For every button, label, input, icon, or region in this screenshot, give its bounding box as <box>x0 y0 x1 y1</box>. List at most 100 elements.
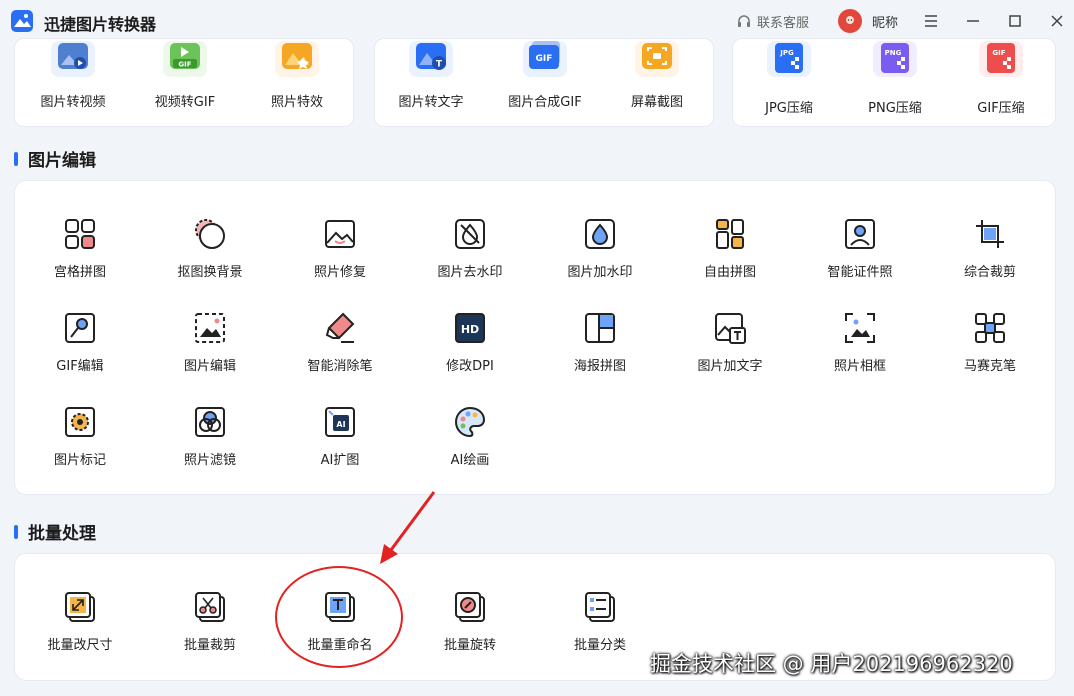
tool-label: 图片转视频 <box>40 95 106 110</box>
tool-batch-crop[interactable]: 批量裁剪 <box>145 590 275 653</box>
image-edit-panel: 宫格拼图 抠图换背景 照片修复 图片去水印 图片加水印 自由拼图 智能证件照 综… <box>14 180 1056 495</box>
top-tools-card-3: JPG JPG压缩 PNG PNG压缩 GIF GIF压缩 <box>732 38 1056 127</box>
tool-add-watermark[interactable]: 图片加水印 <box>535 217 665 280</box>
screenshot-icon <box>635 41 679 77</box>
tool-mosaic-pen[interactable]: 马赛克笔 <box>925 311 1055 374</box>
batch-resize-icon <box>65 592 95 622</box>
tool-gif-compress[interactable]: GIF GIF压缩 <box>951 39 1051 116</box>
tool-free-collage[interactable]: 自由拼图 <box>665 217 795 280</box>
tool-image-mark[interactable]: 图片标记 <box>15 405 145 468</box>
avatar[interactable] <box>838 9 862 33</box>
tool-label: 海报拼图 <box>573 359 626 374</box>
ai-expand-icon: AI <box>325 407 355 437</box>
tool-photo-restore[interactable]: 照片修复 <box>275 217 405 280</box>
nickname[interactable]: 昵称 <box>872 12 898 31</box>
hamburger-icon <box>925 15 937 27</box>
dpi-icon: HD <box>455 313 485 343</box>
tool-label: 视频转GIF <box>154 95 216 110</box>
close-icon <box>1051 15 1063 27</box>
id-photo-icon <box>845 219 875 249</box>
maximize-icon <box>1009 15 1021 27</box>
tool-label: 图片编辑 <box>183 359 236 374</box>
png-compress-icon: PNG <box>873 41 917 77</box>
tool-image-to-gif[interactable]: GIF 图片合成GIF <box>495 39 595 110</box>
image-to-gif-icon: GIF <box>523 41 567 77</box>
tool-photo-frame[interactable]: 照片相框 <box>795 311 925 374</box>
tool-jpg-compress[interactable]: JPG JPG压缩 <box>739 39 839 116</box>
tool-label: 图片转文字 <box>398 95 464 110</box>
tool-label: 图片标记 <box>53 453 106 468</box>
maximize-button[interactable] <box>1003 9 1027 33</box>
tool-crop[interactable]: 综合裁剪 <box>925 217 1055 280</box>
support-label: 联系客服 <box>757 16 810 31</box>
tool-smart-id-photo[interactable]: 智能证件照 <box>795 217 925 280</box>
tool-ai-painting[interactable]: AI绘画 <box>405 405 535 468</box>
free-collage-icon <box>716 219 744 249</box>
batch-classify-icon <box>585 592 615 622</box>
add-watermark-icon <box>585 219 615 249</box>
tool-label: 综合裁剪 <box>963 265 1016 280</box>
contact-support-button[interactable]: 联系客服 <box>736 12 809 31</box>
photo-filter-icon <box>195 407 225 437</box>
tool-photo-filter[interactable]: 照片滤镜 <box>145 405 275 468</box>
tool-photo-effects[interactable]: 照片特效 <box>247 39 347 110</box>
tool-screenshot[interactable]: 屏幕截图 <box>607 39 707 110</box>
tool-label: 照片滤镜 <box>183 453 236 468</box>
image-to-video-icon <box>51 41 95 77</box>
tool-label: 智能消除笔 <box>307 359 373 374</box>
tool-label: 修改DPI <box>446 359 494 374</box>
tool-add-text[interactable]: 图片加文字 <box>665 311 795 374</box>
tool-image-edit[interactable]: 图片编辑 <box>145 311 275 374</box>
tool-batch-classify[interactable]: 批量分类 <box>535 590 665 653</box>
tool-grid-collage[interactable]: 宫格拼图 <box>15 217 145 280</box>
image-to-text-icon: T <box>409 41 453 77</box>
tool-label: 智能证件照 <box>827 265 893 280</box>
minimize-button[interactable] <box>961 9 985 33</box>
tool-label: 马赛克笔 <box>963 359 1016 374</box>
tool-remove-watermark[interactable]: 图片去水印 <box>405 217 535 280</box>
section-accent-bar <box>14 524 18 539</box>
tool-image-to-text[interactable]: T 图片转文字 <box>381 39 481 110</box>
batch-rotate-icon <box>455 592 485 622</box>
tool-smart-eraser[interactable]: 智能消除笔 <box>275 311 405 374</box>
poster-collage-icon <box>585 313 615 343</box>
tool-label: GIF压缩 <box>977 101 1025 116</box>
tool-poster-collage[interactable]: 海报拼图 <box>535 311 665 374</box>
photo-restore-icon <box>325 220 355 248</box>
tool-label: 图片加水印 <box>567 265 633 280</box>
tool-gif-edit[interactable]: GIF编辑 <box>15 311 145 374</box>
tool-label: AI绘画 <box>450 453 490 468</box>
tool-batch-resize[interactable]: 批量改尺寸 <box>15 590 145 653</box>
add-text-icon <box>715 313 746 344</box>
tool-label: 图片去水印 <box>437 265 503 280</box>
tool-video-to-gif[interactable]: GIF 视频转GIF <box>135 39 235 110</box>
tool-batch-rotate[interactable]: 批量旋转 <box>405 590 535 653</box>
palette-icon <box>455 406 486 438</box>
section-title: 批量处理 <box>28 524 96 544</box>
tool-label: PNG压缩 <box>868 101 922 116</box>
gif-badge-text: GIF <box>178 61 191 69</box>
section-header-batch: 批量处理 <box>14 519 96 544</box>
tool-label: JPG压缩 <box>765 101 813 116</box>
app-title: 迅捷图片转换器 <box>44 15 157 34</box>
tool-image-to-video[interactable]: 图片转视频 <box>23 39 123 110</box>
user-avatar-icon <box>846 16 854 24</box>
tool-label: 图片加文字 <box>697 359 763 374</box>
tool-label: 图片合成GIF <box>508 95 582 110</box>
photo-effects-icon <box>275 41 319 77</box>
tool-label: 照片修复 <box>313 265 366 280</box>
title-bar: 迅捷图片转换器 联系客服 昵称 <box>0 0 1074 42</box>
tool-modify-dpi[interactable]: HD 修改DPI <box>405 311 535 374</box>
tool-png-compress[interactable]: PNG PNG压缩 <box>845 39 945 116</box>
tool-label: GIF编辑 <box>56 359 104 374</box>
gif-edit-icon <box>65 313 95 343</box>
text-badge: T <box>436 60 443 70</box>
close-button[interactable] <box>1045 9 1069 33</box>
top-tools-card-1: 图片转视频 GIF 视频转GIF 照片特效 <box>14 38 354 127</box>
tool-cutout-background[interactable]: 抠图换背景 <box>145 217 275 280</box>
tool-label: 批量分类 <box>573 638 626 653</box>
watermark-text: 掘金技术社区 @ 用户2021969623​20 <box>650 652 1013 676</box>
remove-watermark-icon <box>455 219 485 249</box>
tool-ai-expand[interactable]: AI AI扩图 <box>275 405 405 468</box>
menu-button[interactable] <box>919 9 943 33</box>
